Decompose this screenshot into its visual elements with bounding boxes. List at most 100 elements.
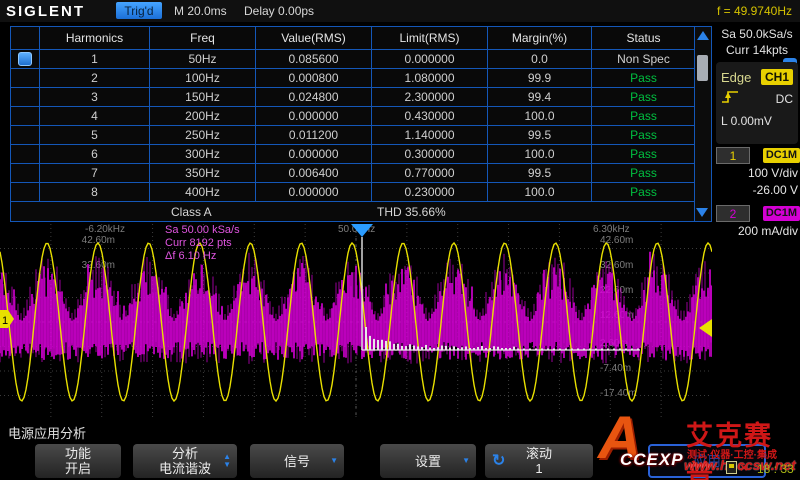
table-footer: Class A THD 35.66% [11,201,695,221]
trigger-position-marker[interactable] [351,224,373,237]
histogram-dot [547,349,549,351]
thd-readout: THD 35.66% [377,205,446,219]
header-margin: Margin(%) [487,27,591,49]
cell-status: Pass [591,68,695,87]
histogram-bar [417,347,419,350]
histogram-dot [523,349,525,351]
histogram-bar [505,348,507,350]
analysis-button[interactable]: 分析 电流谐波 ▲▼ [133,444,237,478]
cell-margin: 99.5 [487,125,591,144]
histogram-dot [565,349,567,351]
updown-arrow-icon: ▲▼ [223,453,231,469]
scroll-down-icon[interactable] [696,208,708,217]
cell-value: 0.000000 [255,182,371,201]
histogram-bar [501,348,503,350]
signal-button[interactable]: 信号 ▼ [250,444,344,478]
cell-harmonic: 7 [39,163,149,182]
trigger-status-badge: Trig'd [116,2,162,19]
trigger-source-badge: CH1 [761,69,793,85]
cell-value: 0.000800 [255,68,371,87]
histogram-bar [409,344,411,350]
channel2-coupling-badge: DC1M [763,206,800,221]
channel1-scale: 100 V/div [716,165,800,182]
channel1-info-panel[interactable]: 1 DC1M 100 V/div -26.00 V [716,146,800,202]
channel1-number: 1 [716,147,750,164]
channel1-offset: -26.00 V [716,182,800,199]
cell-harmonic: 8 [39,182,149,201]
cell-value: 0.011200 [255,125,371,144]
histogram-bar [497,347,499,350]
waveform-canvas: 1 [0,224,712,420]
histogram-bar [397,344,399,350]
channel2-info-panel[interactable]: 2 DC1M 200 mA/div [716,204,800,260]
cell-freq: 150Hz [149,87,255,106]
cell-freq: 350Hz [149,163,255,182]
fft-overlay-info: Sa 50.00 kSa/s Curr 8192 pts Δf 6.10 Hz [165,224,240,263]
row-select-cell[interactable] [11,68,39,87]
histogram-bar [457,348,459,350]
histogram-dot [529,349,531,351]
histogram-dot [625,349,627,351]
histogram-dot [619,349,621,351]
scroll-thumb[interactable] [697,55,708,81]
row-select-cell[interactable] [11,125,39,144]
cell-freq: 400Hz [149,182,255,201]
histogram-bar [369,336,371,350]
cell-status: Pass [591,87,695,106]
cell-limit: 0.300000 [371,144,487,163]
histogram-bar [377,340,379,350]
histogram-bar [437,347,439,350]
header-select [11,27,39,49]
cell-harmonic: 3 [39,87,149,106]
header-harmonics: Harmonics [39,27,149,49]
histogram-bar [481,346,483,350]
histogram-bar [449,348,451,350]
header-status: Status [591,27,695,49]
histogram-bar [461,347,463,350]
cell-limit: 1.080000 [371,68,487,87]
cell-status: Pass [591,144,695,163]
row-select-cell[interactable] [11,49,39,68]
brand-logo: SIGLENT [6,3,85,20]
histogram-dot [607,349,609,351]
cell-value: 0.000000 [255,106,371,125]
histogram-bar [441,346,443,350]
waveform-display[interactable]: -6.20kHz 50.00Hz 6.30kHz 42.60m 32.60m 4… [0,224,712,420]
histogram-dot [589,349,591,351]
histogram-bar [433,348,435,350]
row-select-cell[interactable] [11,144,39,163]
row-select-cell[interactable] [11,106,39,125]
overlay-points: Curr 8192 pts [165,237,240,250]
row-select-cell[interactable] [11,182,39,201]
function-button[interactable]: 功能 开启 [35,444,121,478]
settings-button[interactable]: 设置 ▼ [380,444,476,478]
histogram-bar [473,348,475,350]
trigger-level: L 0.00mV [721,114,772,128]
histogram-dot [613,349,615,351]
cell-freq: 250Hz [149,125,255,144]
histogram-bar [405,346,407,350]
scroll-up-icon[interactable] [697,31,709,40]
histogram-dot [559,349,561,351]
row-select-cell[interactable] [11,87,39,106]
down-arrow-icon: ▼ [330,457,338,465]
scroll-button[interactable]: ↻ 滚动 1 [485,444,593,478]
harmonic-row-checkbox[interactable] [18,52,32,66]
table-scrollbar[interactable] [694,27,711,221]
header-freq: Freq [149,27,255,49]
channel2-scale: 200 mA/div [716,223,800,240]
apply-button[interactable]: 应用 [648,444,766,478]
row-select-cell[interactable] [11,163,39,182]
cell-limit: 0.000000 [371,49,487,68]
cell-limit: 2.300000 [371,87,487,106]
disconnected-icon: × [740,461,748,474]
histogram-bar [413,346,415,350]
usb-device-icon [726,461,737,474]
cell-limit: 0.430000 [371,106,487,125]
trigger-info-panel[interactable]: Edge CH1 DC L 0.00mV [716,62,798,144]
status-icons: × [726,461,748,474]
cell-status: Pass [591,163,695,182]
histogram-bar [425,345,427,350]
histogram-bar [513,347,515,350]
histogram-bar [469,348,471,350]
